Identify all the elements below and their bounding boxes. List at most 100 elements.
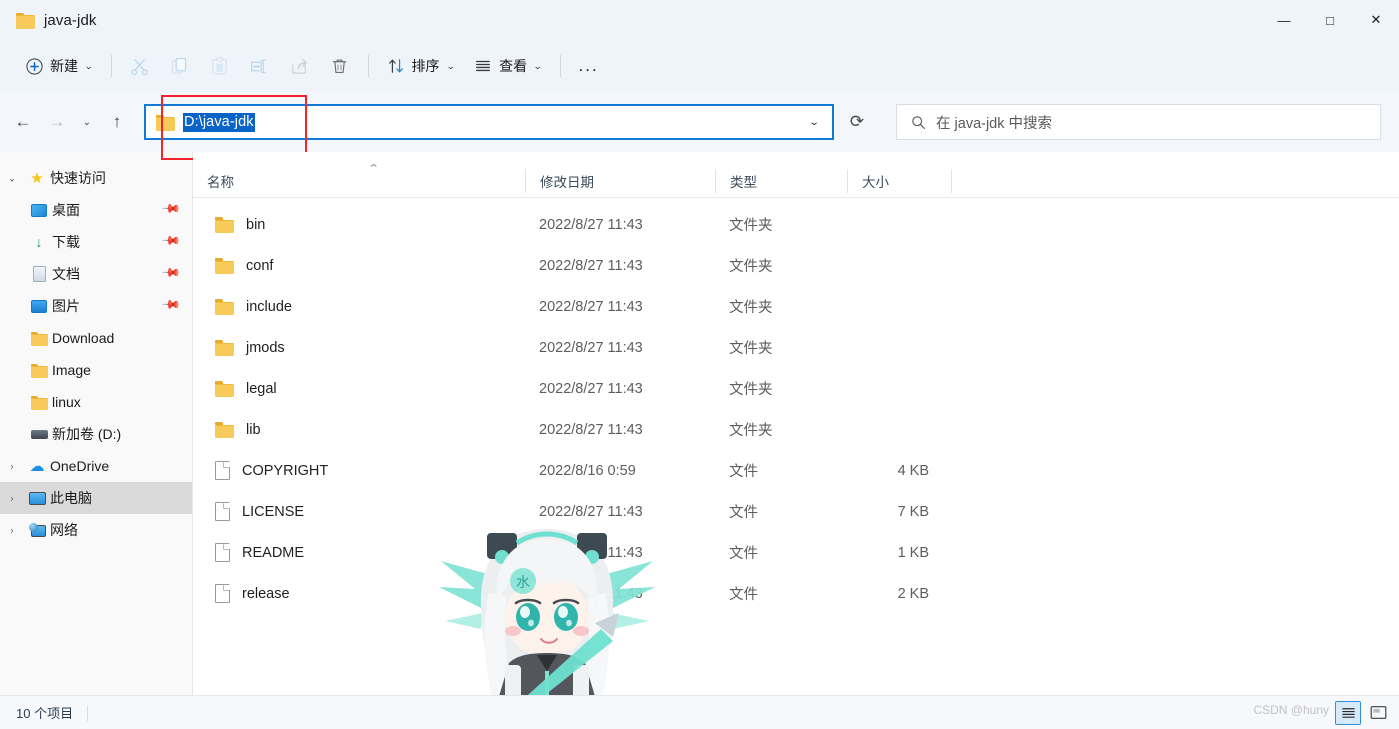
- navigation-list: ⌄ ★ 快速访问 桌面 📌 ↓ 下载 📌 文档 📌 图片 📌 Download Image linux 新加卷…: [0, 162, 192, 546]
- pin-icon[interactable]: 📌: [161, 230, 184, 253]
- paste-button[interactable]: [200, 49, 240, 83]
- pin-icon[interactable]: 📌: [161, 198, 184, 221]
- view-button[interactable]: 查看 ⌄: [464, 49, 552, 83]
- pin-icon[interactable]: 📌: [161, 294, 184, 317]
- table-row[interactable]: jmods 2022/8/27 11:43 文件夹: [193, 327, 1399, 368]
- recent-locations-button[interactable]: ⌄: [74, 105, 100, 139]
- window-tab[interactable]: java-jdk: [16, 12, 97, 29]
- chevron-right-icon[interactable]: ›: [0, 460, 24, 472]
- pin-icon[interactable]: 📌: [161, 262, 184, 285]
- sidebar-item-onedrive[interactable]: › ☁ OneDrive: [0, 450, 192, 482]
- cell-type: 文件夹: [729, 382, 773, 398]
- sidebar-item-[interactable]: 桌面 📌: [0, 194, 192, 226]
- column-header-extra[interactable]: [951, 168, 1011, 193]
- folder-icon: [16, 12, 35, 29]
- status-divider: [87, 704, 89, 721]
- sidebar-item-download[interactable]: Download: [0, 322, 192, 354]
- toolbar-divider: [110, 55, 112, 77]
- cell-date: 2022/8/27 11:43: [539, 585, 643, 602]
- file-name: LICENSE: [242, 503, 305, 520]
- desktop-icon: [31, 203, 47, 217]
- table-row[interactable]: include 2022/8/27 11:43 文件夹: [193, 286, 1399, 327]
- sidebar-item-[interactable]: › 网络: [0, 514, 192, 546]
- file-name: README: [242, 544, 305, 561]
- column-header-size[interactable]: 大小: [847, 168, 951, 193]
- delete-button[interactable]: [320, 49, 360, 83]
- cell-date: 2022/8/27 11:43: [539, 257, 643, 274]
- file-name: legal: [246, 380, 277, 397]
- file-name: COPYRIGHT: [242, 462, 329, 479]
- sidebar-item-linux[interactable]: linux: [0, 386, 192, 418]
- refresh-button[interactable]: ⟳: [838, 104, 876, 140]
- sidebar-item-[interactable]: ↓ 下载 📌: [0, 226, 192, 258]
- folder-icon: [156, 114, 175, 131]
- table-row[interactable]: COPYRIGHT 2022/8/16 0:59 文件 4 KB: [193, 450, 1399, 491]
- chevron-down-icon: ⌄: [84, 60, 94, 71]
- close-button[interactable]: ✕: [1353, 0, 1399, 40]
- download-icon: ↓: [35, 234, 43, 250]
- table-row[interactable]: LICENSE 2022/8/27 11:43 文件 7 KB: [193, 491, 1399, 532]
- sort-button[interactable]: 排序 ⌄: [377, 49, 465, 83]
- cell-type: 文件夹: [729, 259, 773, 275]
- rename-button[interactable]: [240, 49, 280, 83]
- table-row[interactable]: legal 2022/8/27 11:43 文件夹: [193, 368, 1399, 409]
- csdn-watermark: CSDN @huny: [1253, 703, 1329, 717]
- file-list-pane: ⌃ 名称 修改日期 类型 大小 bin 2022/8/27 11:43 文件夹 con…: [193, 152, 1399, 703]
- cell-name: jmods: [193, 340, 525, 356]
- search-input[interactable]: 在 java-jdk 中搜索: [896, 104, 1381, 140]
- column-header-type[interactable]: 类型: [715, 168, 847, 193]
- sidebar-item-label: 新加卷 (D:): [52, 426, 122, 442]
- sidebar-item-label: linux: [52, 394, 81, 410]
- chevron-down-icon[interactable]: ⌄: [0, 172, 24, 185]
- cloud-icon: ☁: [29, 458, 45, 475]
- large-icons-view-button[interactable]: [1365, 701, 1391, 725]
- details-view-icon: [1341, 708, 1355, 718]
- sidebar-item-d[interactable]: 新加卷 (D:): [0, 418, 192, 450]
- table-row[interactable]: release 2022/8/27 11:43 文件 2 KB: [193, 573, 1399, 614]
- clipboard-icon: [212, 56, 227, 74]
- sidebar-item-[interactable]: › 此电脑: [0, 482, 192, 514]
- sidebar-item-image[interactable]: Image: [0, 354, 192, 386]
- title-bar: java-jdk — □ ✕: [0, 0, 1399, 40]
- cell-type: 文件夹: [729, 423, 773, 439]
- sort-icon: [388, 59, 403, 73]
- ellipsis-icon: ...: [578, 56, 599, 75]
- scissors-icon: [131, 58, 148, 75]
- new-button[interactable]: 新建 ⌄: [16, 49, 103, 83]
- copy-button[interactable]: [160, 49, 200, 83]
- address-input[interactable]: D:\java-jdk ⌄: [144, 104, 834, 140]
- column-header-date[interactable]: 修改日期: [525, 168, 715, 193]
- rename-icon: [251, 59, 266, 73]
- cell-name: bin: [193, 217, 525, 233]
- forward-button[interactable]: →: [40, 105, 74, 139]
- column-headers: ⌃ 名称 修改日期 类型 大小: [193, 163, 1399, 198]
- chevron-right-icon[interactable]: ›: [0, 492, 24, 504]
- pictures-icon: [31, 299, 47, 313]
- sidebar-item-[interactable]: 图片 📌: [0, 290, 192, 322]
- status-bar: 10 个项目 CSDN @huny: [0, 695, 1399, 729]
- table-row[interactable]: README 2022/8/27 11:43 文件 1 KB: [193, 532, 1399, 573]
- details-view-button[interactable]: [1335, 700, 1361, 725]
- sidebar-item-[interactable]: 文档 📌: [0, 258, 192, 290]
- cut-button[interactable]: [120, 49, 160, 83]
- table-row[interactable]: conf 2022/8/27 11:43 文件夹: [193, 245, 1399, 286]
- maximize-button[interactable]: □: [1307, 0, 1353, 40]
- cell-date: 2022/8/27 11:43: [539, 544, 643, 561]
- share-button[interactable]: [280, 49, 320, 83]
- minimize-button[interactable]: —: [1261, 0, 1307, 40]
- table-row[interactable]: bin 2022/8/27 11:43 文件夹: [193, 204, 1399, 245]
- cell-date: 2022/8/27 11:43: [539, 380, 643, 397]
- cell-size: 2 KB: [897, 585, 929, 602]
- share-icon: [292, 58, 307, 74]
- more-options-button[interactable]: ...: [569, 49, 609, 83]
- back-button[interactable]: ←: [6, 105, 40, 139]
- column-header-name[interactable]: 名称: [193, 169, 525, 193]
- sidebar-item-[interactable]: ⌄ ★ 快速访问: [0, 162, 192, 194]
- table-row[interactable]: lib 2022/8/27 11:43 文件夹: [193, 409, 1399, 450]
- file-name: include: [246, 298, 292, 315]
- folder-icon: [215, 299, 234, 315]
- chevron-down-icon[interactable]: ⌄: [795, 117, 832, 128]
- up-button[interactable]: ↑: [100, 105, 134, 139]
- chevron-right-icon[interactable]: ›: [0, 524, 24, 536]
- search-placeholder: 在 java-jdk 中搜索: [936, 115, 1053, 132]
